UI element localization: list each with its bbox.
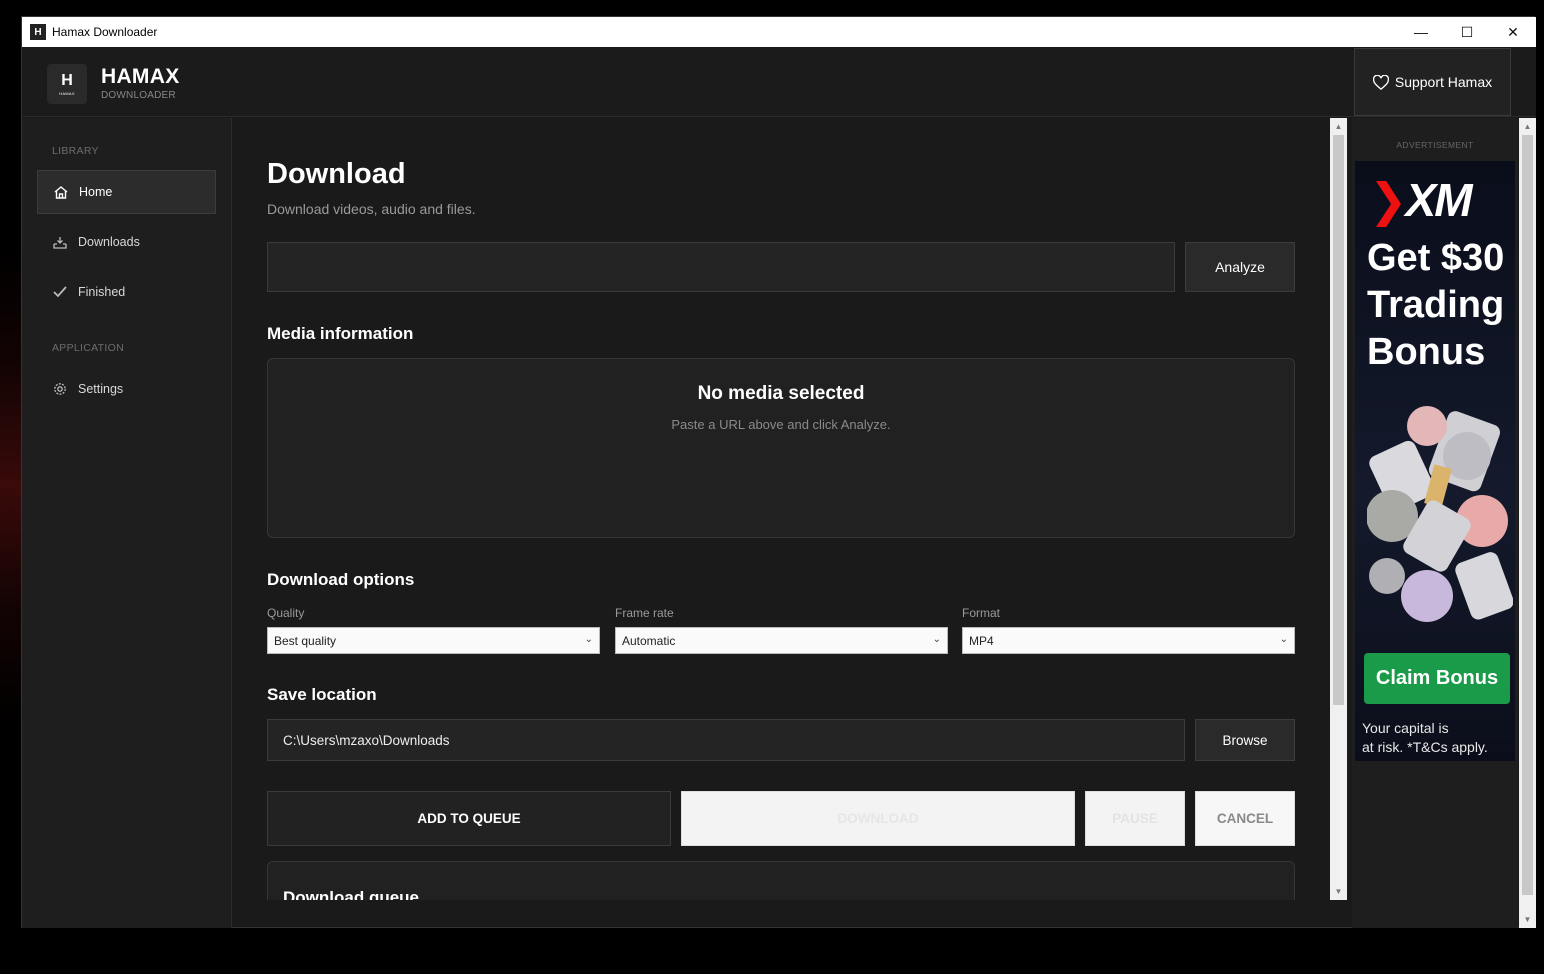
home-icon	[53, 185, 69, 199]
xm-logo: ❯XM	[1369, 174, 1473, 226]
format-select[interactable]: MP4 ⌄	[962, 627, 1295, 654]
analyze-button[interactable]: Analyze	[1185, 242, 1295, 292]
sidebar-item-finished[interactable]: Finished	[37, 270, 216, 314]
brand-name: HAMAX	[101, 65, 180, 88]
cancel-button[interactable]: CANCEL	[1195, 791, 1295, 846]
support-button[interactable]: Support Hamax	[1354, 48, 1511, 116]
media-info-heading: Media information	[267, 324, 414, 343]
checkmark-icon	[52, 286, 68, 298]
format-value: MP4	[969, 633, 994, 648]
add-to-queue-button[interactable]: ADD TO QUEUE	[267, 791, 671, 846]
ad-panel: ADVERTISEMENT ❯XM Get $30 Trading Bonus	[1352, 118, 1518, 928]
download-options-heading: Download options	[267, 570, 415, 589]
sidebar-item-label: Finished	[78, 285, 126, 299]
chevron-down-icon: ⌄	[1279, 634, 1288, 645]
scroll-up-icon[interactable]: ▲	[1519, 118, 1536, 135]
ad-headline-line: Get $30	[1367, 237, 1505, 279]
support-label: Support Hamax	[1394, 74, 1493, 90]
app-window: H Hamax Downloader — ☐ ✕ H HAMAX HAMAX D…	[21, 16, 1536, 928]
chevron-down-icon: ⌄	[932, 634, 941, 645]
framerate-select[interactable]: Automatic ⌄	[615, 627, 948, 654]
title-bar: H Hamax Downloader — ☐ ✕	[22, 17, 1536, 47]
quality-value: Best quality	[274, 633, 337, 648]
no-media-title: No media selected	[697, 383, 865, 404]
save-location-heading: Save location	[267, 685, 377, 704]
maximize-icon[interactable]: ☐	[1444, 17, 1490, 47]
window-controls: — ☐ ✕	[1398, 17, 1536, 47]
url-input[interactable]	[267, 242, 1175, 292]
scrollbar-thumb[interactable]	[1522, 135, 1533, 895]
scroll-down-icon[interactable]: ▼	[1519, 911, 1536, 928]
format-label: Format	[962, 606, 1001, 620]
ad-label: ADVERTISEMENT	[1396, 140, 1474, 150]
sidebar-item-label: Downloads	[78, 235, 140, 249]
ad-banner[interactable]: ❯XM Get $30 Trading Bonus Claim Bonus Yo…	[1355, 161, 1515, 761]
page-title: Download	[267, 158, 406, 190]
brand-subtitle: DOWNLOADER	[101, 90, 176, 101]
download-queue-heading: Download queue	[283, 888, 419, 900]
app-header: H HAMAX HAMAX DOWNLOADER Support Hamax	[22, 47, 1536, 117]
close-icon[interactable]: ✕	[1490, 17, 1536, 47]
chevron-down-icon: ⌄	[584, 634, 593, 645]
sidebar-item-home[interactable]: Home	[37, 170, 216, 214]
sidebar-item-downloads[interactable]: Downloads	[37, 220, 216, 264]
framerate-value: Automatic	[622, 633, 676, 648]
ad-coins-illustration	[1367, 406, 1513, 622]
ad-disclaimer-line: Your capital is	[1362, 720, 1449, 736]
minimize-icon[interactable]: —	[1398, 17, 1444, 47]
quality-select[interactable]: Best quality ⌄	[267, 627, 600, 654]
no-media-hint: Paste a URL above and click Analyze.	[671, 417, 891, 432]
scroll-down-icon[interactable]: ▼	[1330, 883, 1347, 900]
browse-button[interactable]: Browse	[1195, 719, 1295, 761]
hamax-logo: H HAMAX	[47, 64, 87, 104]
main-scrollbar[interactable]: ▲ ▼	[1330, 118, 1347, 900]
scrollbar-thumb[interactable]	[1333, 135, 1344, 705]
claim-bonus-button[interactable]: Claim Bonus	[1364, 653, 1510, 704]
scroll-up-icon[interactable]: ▲	[1330, 118, 1347, 135]
ad-headline: Get $30 Trading Bonus	[1367, 235, 1515, 376]
framerate-label: Frame rate	[615, 606, 674, 620]
brand: HAMAX DOWNLOADER	[101, 65, 180, 101]
heart-icon	[1372, 74, 1389, 90]
download-button[interactable]: DOWNLOAD	[681, 791, 1075, 846]
logo-letter: H	[61, 71, 73, 89]
gear-icon	[52, 382, 68, 396]
pause-button[interactable]: PAUSE	[1085, 791, 1185, 846]
sidebar-item-label: Settings	[78, 382, 124, 396]
ad-headline-line: Bonus	[1367, 331, 1486, 373]
page-subtitle: Download videos, audio and files.	[267, 201, 476, 217]
ad-disclaimer: Your capital is at risk. *T&Cs apply.	[1362, 719, 1512, 757]
main-content: Download Download videos, audio and file…	[233, 118, 1329, 900]
sidebar-item-label: Home	[79, 185, 113, 199]
sidebar: LIBRARY Home Downloads Finished APPLICAT…	[22, 118, 232, 928]
ad-disclaimer-line: at risk. *T&Cs apply.	[1362, 739, 1488, 755]
library-section-label: LIBRARY	[52, 145, 99, 157]
media-info-panel: No media selected Paste a URL above and …	[267, 358, 1295, 538]
ad-headline-line: Trading	[1367, 284, 1505, 326]
save-path-input[interactable]: C:\Users\mzaxo\Downloads	[267, 719, 1185, 761]
app-icon: H	[30, 24, 46, 40]
window-title: Hamax Downloader	[52, 25, 158, 39]
logo-small-text: HAMAX	[59, 90, 75, 96]
ad-scrollbar[interactable]: ▲ ▼	[1519, 118, 1536, 928]
sidebar-item-settings[interactable]: Settings	[37, 367, 216, 411]
download-tray-icon	[52, 236, 68, 249]
quality-label: Quality	[267, 606, 305, 620]
application-section-label: APPLICATION	[52, 342, 124, 354]
download-queue-panel: Download queue	[267, 861, 1295, 900]
